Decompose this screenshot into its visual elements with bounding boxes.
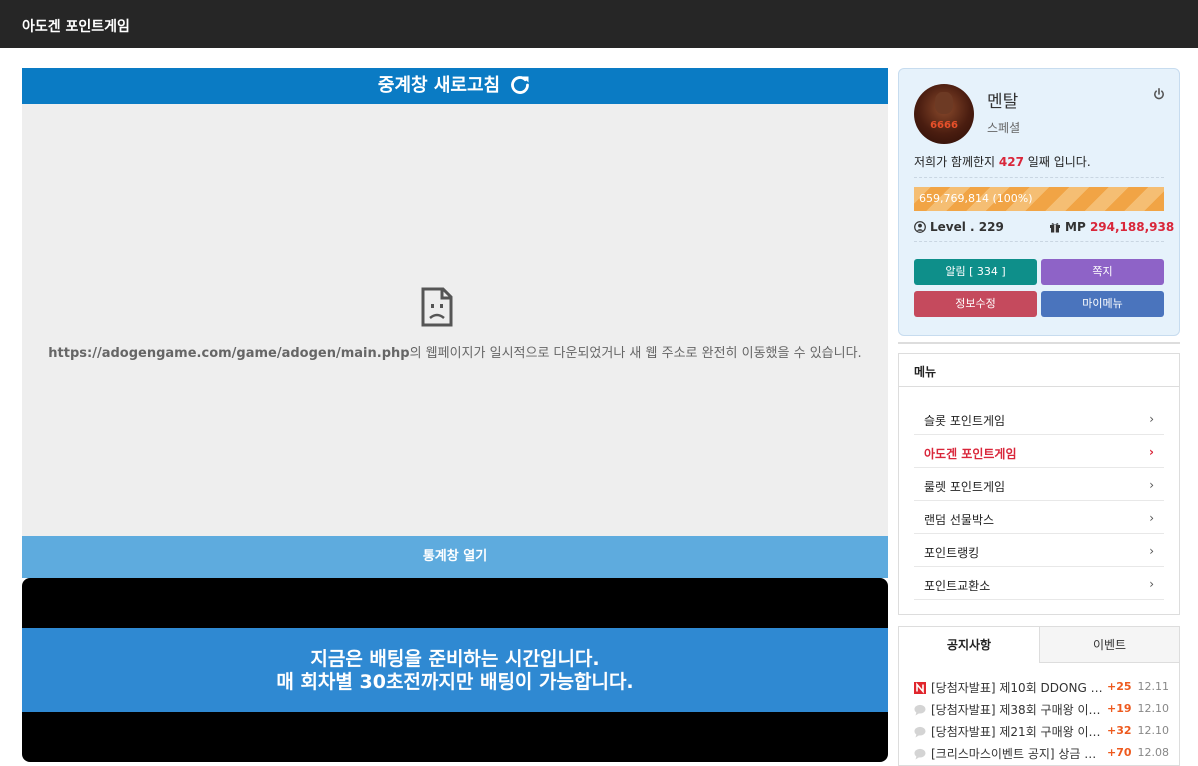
level-text: Level . 229 (930, 220, 1004, 234)
notice-row[interactable]: [당첨자발표] 제38회 구매왕 이벤트 +19 12.10 (914, 701, 1169, 721)
error-url: https://adogengame.com/game/adogen/main.… (48, 346, 410, 361)
divider (898, 342, 1180, 344)
user-mp: MP 294,188,938 (1049, 220, 1174, 234)
comment-icon (914, 704, 926, 716)
menu-item-exchange[interactable]: 포인트교환소 › (914, 567, 1164, 600)
betting-status-line1: 지금은 배팅을 준비하는 시간입니다. (310, 648, 600, 670)
notice-row[interactable]: [크리스마스이벤트 공지] 상금 안내 +70 12.08 (914, 745, 1169, 765)
betting-status-band: 지금은 배팅을 준비하는 시간입니다. 매 회차별 30초전까지만 배팅이 가능… (22, 628, 888, 712)
comment-count: +19 (1107, 702, 1132, 715)
menu-item-label: 슬롯 포인트게임 (924, 414, 1006, 428)
menu-item-label: 포인트교환소 (924, 579, 991, 593)
username: 멘탈 (987, 92, 1019, 112)
notice-row[interactable]: [당첨자발표] 제21회 구매왕 이벤트 +32 12.10 (914, 723, 1169, 743)
menu-panel: 메뉴 슬롯 포인트게임 › 아도겐 포인트게임 › 룰렛 포인트게임 › 랜덤 선물박… (898, 353, 1180, 615)
betting-status-box: 지금은 배팅을 준비하는 시간입니다. 매 회차별 30초전까지만 배팅이 가능… (22, 578, 888, 762)
user-level: Level . 229 (914, 220, 1004, 234)
chevron-right-icon: › (1149, 445, 1154, 459)
menu-item-label: 포인트랭킹 (924, 546, 980, 560)
menu-item-adogen[interactable]: 아도겐 포인트게임 › (914, 435, 1164, 468)
error-message: https://adogengame.com/game/adogen/main.… (36, 344, 874, 363)
menu-item-roulette[interactable]: 룰렛 포인트게임 › (914, 468, 1164, 501)
days-count: 427 (998, 155, 1024, 169)
notice-date: 12.11 (1137, 680, 1170, 693)
menu-title: 메뉴 (899, 354, 1179, 387)
menu-item-label: 아도겐 포인트게임 (924, 447, 1017, 461)
menu-item-random-box[interactable]: 랜덤 선물박스 › (914, 501, 1164, 534)
error-text: 의 웹페이지가 일시적으로 다운되었거나 새 웹 주소로 완전히 이동했을 수 … (409, 346, 862, 361)
divider (914, 241, 1164, 242)
relay-refresh-label: 중계창 새로고침 (377, 75, 501, 96)
notice-date: 12.10 (1137, 702, 1170, 715)
menu-item-label: 룰렛 포인트게임 (924, 480, 1006, 494)
comment-count: +25 (1107, 680, 1132, 693)
app-title: 아도겐 포인트게임 (22, 19, 130, 35)
days-prefix: 저희가 함께한지 (914, 155, 999, 169)
top-bar: 아도겐 포인트게임 (0, 0, 1198, 48)
experience-value: 659,769,814 (100%) (919, 192, 1033, 205)
notice-title: [당첨자발표] 제38회 구매왕 이벤트 (931, 703, 1106, 717)
refresh-icon[interactable] (508, 73, 532, 97)
profile-card: 6666 멘탈 스페셜 저희가 함께한지 427 일째 입니다. 659,769… (898, 68, 1180, 336)
notice-title: [당첨자발표] 제10회 DDONG 선물 (931, 681, 1106, 695)
broken-page-icon (421, 287, 453, 327)
notice-row[interactable]: [당첨자발표] 제10회 DDONG 선물 +25 12.11 (914, 679, 1169, 699)
menu-item-label: 랜덤 선물박스 (924, 513, 995, 527)
menu-item-ranking[interactable]: 포인트랭킹 › (914, 534, 1164, 567)
alarm-button[interactable]: 알림 [ 334 ] (914, 259, 1037, 285)
open-stats-button[interactable]: 통계창 열기 (22, 536, 888, 578)
notice-date: 12.10 (1137, 724, 1170, 737)
gift-icon (1050, 223, 1060, 233)
comment-icon (914, 726, 926, 738)
new-badge-icon (914, 682, 926, 694)
message-button[interactable]: 쪽지 (1041, 259, 1164, 285)
edit-profile-button[interactable]: 정보수정 (914, 291, 1037, 317)
menu-item-slot[interactable]: 슬롯 포인트게임 › (914, 402, 1164, 435)
relay-refresh-header[interactable]: 중계창 새로고침 (22, 68, 888, 104)
notice-date: 12.08 (1137, 746, 1170, 759)
avatar-text: 6666 (930, 120, 958, 131)
tab-notice[interactable]: 공지사항 (899, 627, 1040, 663)
betting-status-line2: 매 회차별 30초전까지만 배팅이 가능합니다. (276, 671, 634, 693)
chevron-right-icon: › (1149, 478, 1154, 492)
membership-days: 저희가 함께한지 427 일째 입니다. (914, 153, 1091, 170)
logout-power-icon[interactable] (1153, 88, 1165, 100)
user-rank: 스페셜 (987, 121, 1021, 135)
notice-panel: 공지사항 이벤트 [당첨자발표] 제10회 DDONG 선물 +25 12.11… (898, 626, 1180, 766)
days-suffix: 일째 입니다. (1023, 155, 1091, 169)
experience-bar: 659,769,814 (100%) (914, 187, 1164, 211)
relay-frame-error: https://adogengame.com/game/adogen/main.… (22, 104, 888, 536)
divider (914, 177, 1164, 178)
chevron-right-icon: › (1149, 412, 1154, 426)
notice-title: [당첨자발표] 제21회 구매왕 이벤트 (931, 725, 1106, 739)
user-icon (914, 221, 926, 233)
my-menu-button[interactable]: 마이메뉴 (1041, 291, 1164, 317)
chevron-right-icon: › (1149, 577, 1154, 591)
comment-count: +70 (1107, 746, 1132, 759)
avatar[interactable]: 6666 (914, 84, 974, 144)
chevron-right-icon: › (1149, 544, 1154, 558)
comment-count: +32 (1107, 724, 1132, 737)
chevron-right-icon: › (1149, 511, 1154, 525)
mp-label: MP (1065, 220, 1086, 234)
comment-icon (914, 748, 926, 760)
mp-value: 294,188,938 (1089, 220, 1175, 234)
tab-event[interactable]: 이벤트 (1040, 627, 1179, 663)
avatar-face (935, 92, 953, 114)
notice-title: [크리스마스이벤트 공지] 상금 안내 (931, 747, 1106, 761)
